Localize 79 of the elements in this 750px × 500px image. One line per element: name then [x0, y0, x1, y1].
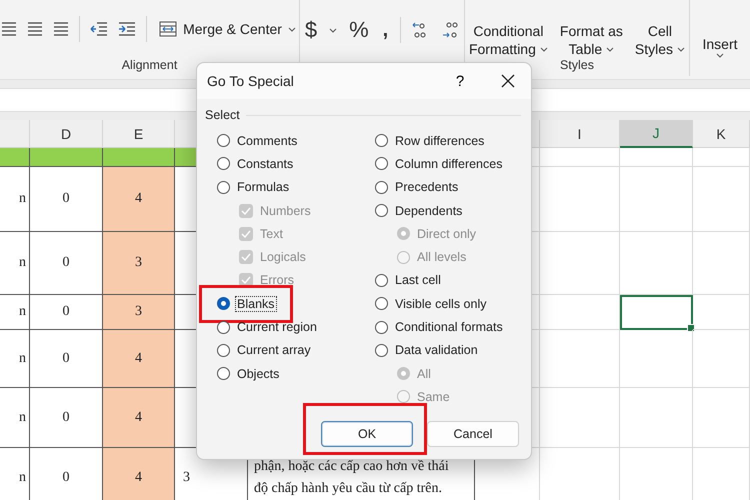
radio-button[interactable] [217, 297, 230, 310]
help-button[interactable]: ? [445, 72, 475, 90]
table-cell: 4 [103, 330, 175, 388]
radio-button[interactable] [217, 134, 230, 148]
increase-indent-icon[interactable] [118, 22, 136, 36]
option-label[interactable]: Row differences [394, 134, 486, 148]
fill-handle[interactable] [687, 324, 695, 332]
radio-button[interactable] [217, 344, 230, 357]
ribbon-button[interactable]: Insert [699, 35, 740, 58]
table-cell: n [0, 232, 30, 295]
radio-button[interactable] [375, 274, 388, 287]
option-label[interactable]: Column differences [394, 156, 504, 171]
table-cell: 4 [103, 167, 175, 232]
option-label[interactable]: Precedents [394, 180, 460, 194]
table-cell: 4 [103, 448, 175, 500]
empty-cell [693, 232, 750, 295]
option-label[interactable]: Visible cells only [394, 296, 488, 311]
merge-center-button[interactable]: Merge & Center [157, 19, 298, 39]
radio-button[interactable] [217, 157, 230, 170]
caret-icon [716, 53, 724, 58]
caret-icon [606, 46, 614, 52]
option-label[interactable]: Constants [236, 156, 294, 171]
ribbon-button[interactable]: Format as Table [556, 22, 626, 58]
radio-button[interactable] [375, 157, 388, 170]
radio-button[interactable] [375, 134, 388, 148]
table-cell: 3 [103, 295, 175, 330]
dialog-title: Go To Special [207, 73, 295, 89]
align-icon[interactable] [1, 22, 18, 36]
table-cell: n [0, 388, 30, 448]
table-cell: n [0, 167, 30, 232]
radio-button[interactable] [217, 180, 230, 194]
group-label: Alignment [122, 58, 178, 72]
align-icon[interactable] [27, 22, 44, 36]
radio-button[interactable] [375, 297, 388, 310]
option-label[interactable]: Conditional formats [394, 320, 504, 334]
option-label[interactable]: Last cell [394, 273, 442, 288]
decrease-indent-icon[interactable] [90, 22, 108, 36]
column-header[interactable]: K [693, 120, 750, 148]
caret-icon[interactable] [329, 28, 338, 32]
radio-button[interactable] [375, 180, 388, 194]
empty-cell [693, 330, 750, 388]
table-cell: 3 [103, 232, 175, 295]
radio-button[interactable] [375, 320, 388, 334]
percent-button[interactable]: % [347, 17, 371, 43]
comma-style-button[interactable]: , [380, 18, 390, 42]
radio-button[interactable] [375, 204, 388, 218]
radio-button[interactable] [217, 367, 230, 380]
column-header[interactable]: J [620, 120, 693, 148]
table-cell: n [0, 330, 30, 388]
ribbon-button[interactable]: Conditional Formatting [466, 22, 551, 58]
ribbon-button[interactable]: Cell Styles [632, 22, 688, 58]
table-cell: 4 [103, 388, 175, 448]
currency-button[interactable]: $ [302, 17, 320, 43]
caret-icon [288, 26, 296, 32]
section-label: Select [205, 108, 240, 122]
option-label[interactable]: Objects [236, 366, 280, 381]
empty-cell [693, 148, 750, 167]
group-label: Styles [560, 58, 594, 72]
merge-icon [159, 21, 178, 37]
caret-icon [677, 46, 686, 52]
active-cell[interactable] [620, 295, 693, 330]
close-icon [500, 73, 516, 89]
option-label[interactable]: Dependents [394, 204, 464, 218]
cancel-button[interactable]: Cancel [427, 420, 519, 447]
option-label[interactable]: Current region [236, 320, 318, 334]
caret-icon [540, 46, 548, 52]
empty-cell [693, 388, 750, 448]
align-icon[interactable] [53, 22, 70, 36]
option-label[interactable]: Current array [236, 343, 312, 358]
option-label[interactable]: Data validation [394, 343, 479, 358]
option-label[interactable]: Blanks [236, 296, 276, 311]
option-label[interactable]: Formulas [236, 180, 290, 194]
empty-cell [693, 295, 750, 330]
table-cell: n [0, 295, 30, 330]
table-cell: n [0, 448, 30, 500]
option-label[interactable]: Comments [236, 134, 298, 148]
empty-cell [693, 167, 750, 232]
radio-button[interactable] [375, 344, 388, 357]
ok-button[interactable]: OK [321, 420, 413, 447]
